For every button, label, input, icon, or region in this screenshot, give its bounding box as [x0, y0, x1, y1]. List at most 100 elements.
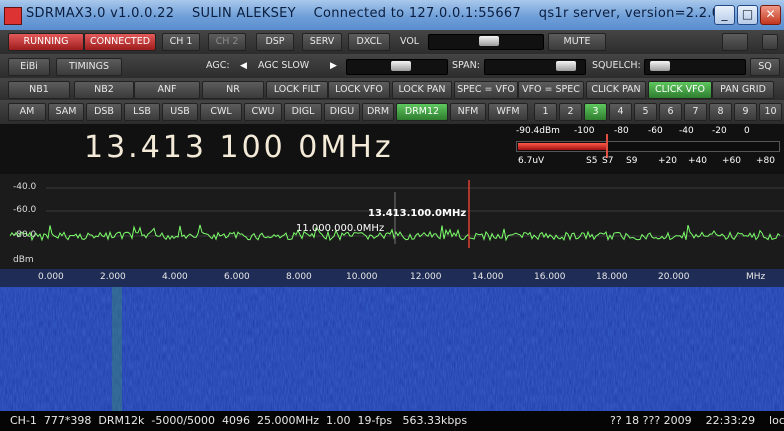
serv-button[interactable]: SERV — [302, 33, 342, 51]
agc-slider-thumb[interactable] — [390, 61, 411, 71]
axis-tick-label: 20.000 — [658, 272, 690, 282]
toggle-lock-vfo[interactable]: LOCK VFO — [328, 81, 390, 99]
mode-wfm[interactable]: WFM — [488, 103, 528, 121]
status-right: ?? 18 ??? 2009 22:33:29 loc — [610, 414, 784, 427]
mode-nfm[interactable]: NFM — [450, 103, 486, 121]
meter-top-label: -100 — [574, 126, 595, 136]
toggle-nr[interactable]: NR — [202, 81, 264, 99]
agc-next-icon[interactable]: ▶ — [330, 58, 337, 74]
span-slider[interactable] — [484, 59, 586, 75]
meter-bottom-label: +60 — [722, 156, 741, 166]
band-button-5[interactable]: 5 — [634, 103, 657, 121]
mode-cwl[interactable]: CWL — [200, 103, 242, 121]
frequency-panel: 13.413 100 0MHz -90.4dBm -100 -80 -60 -40 -20… — [0, 124, 784, 174]
agc-mode-value[interactable]: AGC SLOW — [258, 58, 309, 74]
frequency-display[interactable]: 13.413 100 0MHz — [84, 130, 394, 165]
band-button-10[interactable]: 10 — [759, 103, 782, 121]
mode-digu[interactable]: DIGU — [324, 103, 360, 121]
mode-lsb[interactable]: LSB — [124, 103, 160, 121]
sq-button[interactable]: SQ — [750, 58, 780, 76]
title-bar: SDRMAX3.0 v1.0.0.22 SULIN ALEKSEY Connec… — [0, 0, 784, 31]
toggle-pan-grid[interactable]: PAN GRID — [712, 81, 774, 99]
waterfall-display[interactable] — [0, 287, 784, 411]
spectrum-display[interactable]: -40.0 -60.0 -80.0 dBm 13.413.100.0MHz 11… — [0, 174, 784, 269]
mode-usb[interactable]: USB — [162, 103, 198, 121]
meter-top-label: -60 — [648, 126, 663, 136]
connected-button[interactable]: CONNECTED — [84, 33, 156, 51]
toggle-nb1[interactable]: NB1 — [8, 81, 70, 99]
toggle-click-vfo[interactable]: CLICK VFO — [648, 81, 712, 99]
band-button-2[interactable]: 2 — [559, 103, 582, 121]
axis-tick-label: 4.000 — [162, 272, 188, 282]
dsp-button[interactable]: DSP — [256, 33, 294, 51]
close-button[interactable]: ✕ — [760, 5, 781, 25]
mode-sam[interactable]: SAM — [48, 103, 84, 121]
band-button-4[interactable]: 4 — [609, 103, 632, 121]
toggle-spec-vfo[interactable]: SPEC = VFO — [454, 81, 518, 99]
meter-bottom-label: S7 — [602, 156, 614, 166]
maximize-button[interactable]: □ — [737, 5, 758, 25]
frequency-axis: 0.000 2.000 4.000 6.000 8.000 10.000 12.000 14.… — [0, 269, 784, 287]
meter-bottom-label: +80 — [756, 156, 775, 166]
toolbar-checkbox[interactable] — [762, 34, 778, 50]
toolbar-blank-button[interactable] — [722, 33, 748, 51]
mode-cwu[interactable]: CWU — [244, 103, 282, 121]
toolbar-dsp-options: NB1 NB2 ANF NR LOCK FILT LOCK VFO LOCK PAN SPEC… — [0, 78, 784, 100]
toolbar-main: RUNNING CONNECTED CH 1 CH 2 DSP SERV DXC… — [0, 30, 784, 54]
spectrum-plot[interactable] — [0, 174, 784, 269]
squelch-slider[interactable] — [644, 59, 746, 75]
mode-drm[interactable]: DRM — [362, 103, 394, 121]
axis-tick-label: 6.000 — [224, 272, 250, 282]
toggle-anf[interactable]: ANF — [134, 81, 200, 99]
agc-prev-icon[interactable]: ◀ — [240, 58, 247, 74]
meter-top-label: -80 — [614, 126, 629, 136]
running-button[interactable]: RUNNING — [8, 33, 84, 51]
mute-button[interactable]: MUTE — [548, 33, 606, 51]
toggle-click-pan[interactable]: CLICK PAN — [586, 81, 646, 99]
axis-tick-label: 10.000 — [346, 272, 378, 282]
meter-top-label: -90.4dBm — [516, 126, 560, 136]
agc-slider[interactable] — [346, 59, 448, 75]
dxcl-button[interactable]: DXCL — [348, 33, 390, 51]
status-left: CH-1 777*398 DRM12k -5000/5000 4096 25.0… — [10, 414, 468, 427]
mode-drm12[interactable]: DRM12 — [396, 103, 448, 121]
db-label-40: -40.0 — [13, 182, 37, 192]
minimize-button[interactable]: _ — [714, 5, 735, 25]
mode-dsb[interactable]: DSB — [86, 103, 122, 121]
band-button-1[interactable]: 1 — [534, 103, 557, 121]
axis-tick-label: MHz — [746, 272, 766, 282]
window-title: SDRMAX3.0 v1.0.0.22 SULIN ALEKSEY Connec… — [26, 6, 734, 21]
axis-tick-label: 16.000 — [534, 272, 566, 282]
ch2-button[interactable]: CH 2 — [208, 33, 246, 51]
status-bar: CH-1 777*398 DRM12k -5000/5000 4096 25.0… — [0, 411, 784, 431]
ch1-button[interactable]: CH 1 — [162, 33, 200, 51]
db-label-80: -80.0 — [13, 230, 37, 240]
axis-tick-label: 2.000 — [100, 272, 126, 282]
band-button-6[interactable]: 6 — [659, 103, 682, 121]
toggle-nb2[interactable]: NB2 — [74, 81, 134, 99]
secondary-marker-label: 11.000.000.0MHz — [296, 223, 385, 234]
span-slider-thumb[interactable] — [556, 61, 577, 71]
waterfall-plot[interactable] — [0, 287, 784, 411]
band-button-9[interactable]: 9 — [734, 103, 757, 121]
toggle-lock-pan[interactable]: LOCK PAN — [392, 81, 452, 99]
volume-slider[interactable] — [428, 34, 544, 50]
axis-tick-label: 12.000 — [410, 272, 442, 282]
squelch-label: SQUELCH: — [592, 60, 641, 71]
axis-tick-label: 0.000 — [38, 272, 64, 282]
band-button-7[interactable]: 7 — [684, 103, 707, 121]
meter-bottom-label: S5 — [586, 156, 598, 166]
squelch-slider-thumb[interactable] — [649, 61, 670, 71]
s-meter-bar — [516, 141, 780, 152]
meter-top-label: -20 — [712, 126, 727, 136]
timings-button[interactable]: TIMINGS — [56, 58, 122, 76]
volume-slider-thumb[interactable] — [478, 36, 499, 46]
band-button-3[interactable]: 3 — [584, 103, 607, 121]
toggle-vfo-spec[interactable]: VFO = SPEC — [518, 81, 584, 99]
mode-digl[interactable]: DIGL — [284, 103, 322, 121]
toggle-lock-filt[interactable]: LOCK FILT — [266, 81, 328, 99]
eibi-button[interactable]: EiBi — [8, 58, 50, 76]
app-icon — [4, 7, 22, 25]
band-button-8[interactable]: 8 — [709, 103, 732, 121]
mode-am[interactable]: AM — [8, 103, 46, 121]
